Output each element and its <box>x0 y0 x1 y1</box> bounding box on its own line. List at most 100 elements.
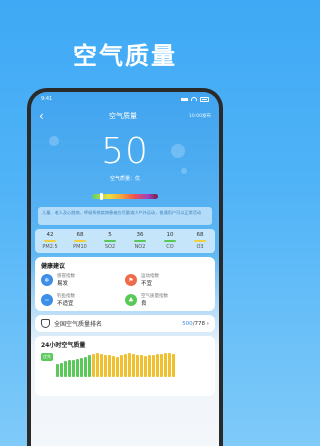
health-card: 健康建议 ❄ 感冒指数 易发 ⚑ 运动指数 不宜 ~ 钓鱼指数 不适宜 ♣ 空气质量指数良 <box>35 257 215 311</box>
status-time: 9:41 <box>41 96 53 102</box>
promo-title: 空气质量 <box>73 42 177 70</box>
hourly-bar <box>104 355 107 377</box>
health-item[interactable]: ♣ 空气质量指数良 <box>125 293 209 307</box>
hourly-badge: 优秀 <box>41 353 53 361</box>
ranking-row[interactable]: 全国空气质量排名 500/778 › <box>35 315 215 332</box>
hourly-bar <box>64 361 67 377</box>
pollutant-list: 42 PM2.5 68 PM10 5 SO2 36 NO2 10 CO 68 O3 <box>35 229 215 253</box>
phone-frame: 9:41 ‹ 空气质量 10:00发布 50 空气质量：优 儿童、老人及心脏病、… <box>27 88 223 446</box>
pollutant-item: 5 SO2 <box>97 232 123 250</box>
pollutant-value: 42 <box>46 232 54 238</box>
hourly-bar <box>164 353 167 377</box>
status-icons <box>181 96 209 102</box>
ranking-label: 全国空气质量排名 <box>54 321 103 328</box>
ranking-total: /778 <box>192 320 206 327</box>
bubble-decor <box>181 168 187 174</box>
pollutant-value: 68 <box>76 232 84 238</box>
nav-bar: ‹ 空气质量 10:00发布 <box>31 106 219 126</box>
pollutant-value: 10 <box>166 232 174 238</box>
hourly-bar <box>144 355 147 377</box>
hourly-bar <box>136 354 139 377</box>
hourly-bar <box>76 359 79 377</box>
hourly-bar <box>88 355 91 377</box>
hourly-bar <box>168 353 171 377</box>
bubble-decor <box>171 144 185 158</box>
pollutant-value: 36 <box>136 232 144 238</box>
hourly-bar <box>172 354 175 377</box>
pollutant-value: 5 <box>108 232 112 238</box>
hourly-bar <box>124 354 127 377</box>
hourly-bar <box>108 354 111 377</box>
pollutant-name: SO2 <box>104 244 116 250</box>
health-item-value: 不宜 <box>141 281 153 287</box>
pollutant-value: 68 <box>196 232 204 238</box>
aqi-description: 儿童、老人及心脏病、呼吸系统疾病患者应尽量减少户外运动，普通用户可以正常活动 <box>38 207 212 225</box>
cold-icon: ❄ <box>41 274 53 286</box>
hourly-chart: 优秀 <box>41 353 209 377</box>
pollutant-level-bar <box>74 240 86 242</box>
status-bar: 9:41 <box>31 92 219 106</box>
leaf-icon: ♣ <box>125 294 137 306</box>
pollutant-level-bar <box>164 240 176 242</box>
pollutant-level-bar <box>104 240 116 242</box>
signal-icon <box>181 97 188 101</box>
health-grid: ❄ 感冒指数 易发 ⚑ 运动指数 不宜 ~ 钓鱼指数 不适宜 ♣ 空气质量指数良 <box>41 273 209 307</box>
hourly-bar <box>68 360 71 377</box>
hourly-bar <box>132 353 135 377</box>
health-item[interactable]: ~ 钓鱼指数 不适宜 <box>41 293 125 307</box>
hourly-bar <box>80 357 83 377</box>
pollutant-name: O3 <box>196 244 204 250</box>
hourly-bar <box>156 354 159 377</box>
hourly-bar <box>92 354 95 377</box>
hourly-bar <box>152 354 155 377</box>
sport-icon: ⚑ <box>125 274 137 286</box>
aqi-value: 50 <box>101 131 149 172</box>
hourly-bar <box>128 353 131 377</box>
health-item-value: 良 <box>141 301 147 307</box>
back-icon[interactable]: ‹ <box>39 109 59 123</box>
hourly-bar <box>84 356 87 377</box>
aqi-scale-bar <box>92 193 158 200</box>
update-time: 10:00发布 <box>189 114 211 119</box>
hourly-bar <box>148 355 151 377</box>
hourly-bar <box>100 354 103 377</box>
hourly-bar <box>72 359 75 377</box>
pollutant-name: PM10 <box>73 244 87 250</box>
pollutant-level-bar <box>44 240 56 242</box>
pollutant-level-bar <box>134 240 146 242</box>
pollutant-name: PM2.5 <box>42 244 58 250</box>
pollutant-item: 42 PM2.5 <box>37 232 63 250</box>
chevron-right-icon: › <box>206 320 209 327</box>
battery-icon <box>200 96 209 102</box>
hourly-card: 24小时空气质量 优秀 <box>35 336 215 396</box>
app-screen: 9:41 ‹ 空气质量 10:00发布 50 空气质量：优 儿童、老人及心脏病、… <box>31 92 219 446</box>
pollutant-name: NO2 <box>134 244 146 250</box>
trophy-icon <box>41 319 50 328</box>
hourly-bar <box>60 362 63 377</box>
health-item[interactable]: ❄ 感冒指数 易发 <box>41 273 125 287</box>
pollutant-item: 36 NO2 <box>127 232 153 250</box>
pollutant-item: 10 CO <box>157 232 183 250</box>
pollutant-item: 68 O3 <box>187 232 213 250</box>
aqi-panel: 50 空气质量：优 <box>31 130 219 188</box>
hourly-bar <box>160 353 163 377</box>
aqi-scale-marker <box>100 193 103 200</box>
fishing-icon: ~ <box>41 294 53 306</box>
pollutant-name: CO <box>166 244 174 250</box>
health-item[interactable]: ⚑ 运动指数 不宜 <box>125 273 209 287</box>
page-title: 空气质量 <box>109 112 137 120</box>
ranking-position: 500 <box>182 320 193 327</box>
hourly-bar <box>120 355 123 377</box>
hourly-bar <box>112 355 115 377</box>
health-item-value: 易发 <box>57 281 69 287</box>
hourly-bar <box>96 353 99 377</box>
hourly-title: 24小时空气质量 <box>41 342 86 349</box>
hourly-bar <box>140 355 143 377</box>
wifi-icon <box>191 97 197 101</box>
hourly-bar <box>116 356 119 377</box>
ranking-value: 500/778 › <box>182 321 209 327</box>
health-title: 健康建议 <box>41 263 66 270</box>
pollutant-level-bar <box>194 240 206 242</box>
hourly-bar <box>56 363 59 377</box>
health-item-value: 不适宜 <box>57 301 74 307</box>
